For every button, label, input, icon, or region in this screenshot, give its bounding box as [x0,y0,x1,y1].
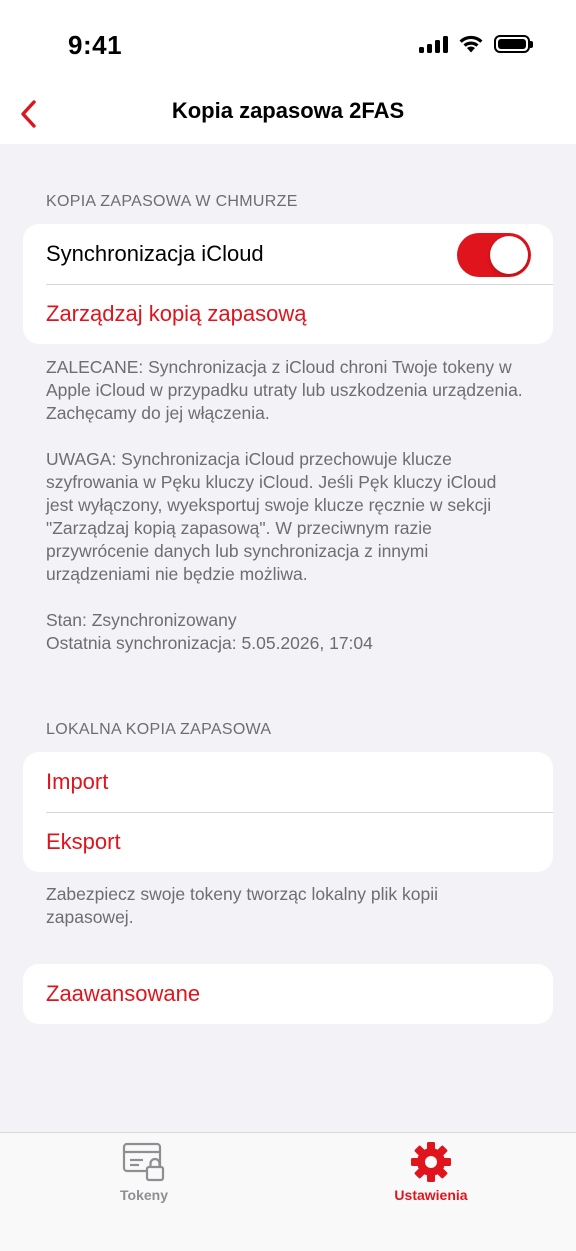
export-button[interactable]: Eksport [23,812,553,872]
last-sync-text: Ostatnia synchronizacja: 5.05.2026, 17:0… [46,633,373,653]
icloud-sync-toggle[interactable] [457,233,531,277]
manage-backup-button[interactable]: Zarządzaj kopią zapasową [23,284,553,344]
tab-bar: Tokeny Ustawienia [0,1132,576,1251]
backup-settings-screen: 9:41 Kopia zapasowa 2FAS KOPIA ZAPASOWA … [0,0,576,1251]
recommended-note: ZALECANE: Synchronizacja z iCloud chroni… [46,357,523,423]
advanced-group: Zaawansowane [23,964,553,1024]
local-backup-group: Import Eksport [23,752,553,872]
local-backup-footer: Zabezpiecz swoje tokeny tworząc lokalny … [46,884,438,927]
tab-tokens-label: Tokeny [120,1187,168,1203]
sync-status-text: Stan: Zsynchronizowany [46,610,237,630]
cloud-backup-section-header: KOPIA ZAPASOWA W CHMURZE [46,193,298,210]
battery-icon [494,34,533,53]
icloud-sync-row: Synchronizacja iCloud [23,224,553,284]
status-icons [419,34,533,53]
import-button[interactable]: Import [23,752,553,812]
cloud-backup-group: Synchronizacja iCloud Zarządzaj kopią za… [23,224,553,344]
advanced-button[interactable]: Zaawansowane [23,964,553,1024]
navigation-bar: Kopia zapasowa 2FAS [0,88,576,144]
local-backup-section-header: LOKALNA KOPIA ZAPASOWA [46,721,272,738]
tab-settings[interactable]: Ustawienia [351,1141,511,1203]
tab-tokens[interactable]: Tokeny [64,1141,224,1203]
icloud-sync-label: Synchronizacja iCloud [46,241,264,266]
cellular-signal-icon [419,35,448,53]
warning-note: UWAGA: Synchronizacja iCloud przechowuje… [46,449,497,584]
tokens-icon [122,1142,165,1182]
gear-icon [411,1142,451,1182]
status-bar: 9:41 [0,0,576,88]
status-time: 9:41 [68,30,123,60]
page-title: Kopia zapasowa 2FAS [171,98,405,123]
toggle-knob [490,236,528,274]
wifi-icon [459,35,483,53]
cloud-backup-footer: ZALECANE: Synchronizacja z iCloud chroni… [46,356,526,655]
tab-settings-label: Ustawienia [394,1187,468,1203]
